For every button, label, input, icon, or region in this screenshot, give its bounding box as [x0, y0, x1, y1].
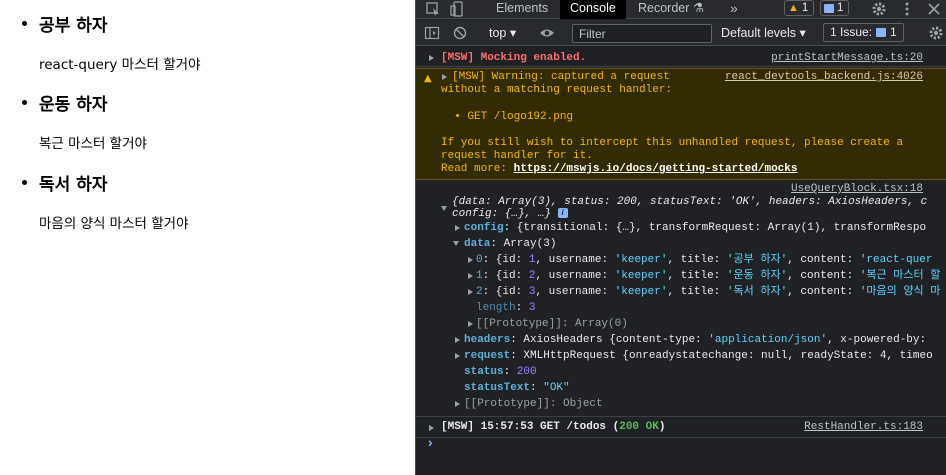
- context-select[interactable]: top ▾: [489, 25, 516, 42]
- flask-icon: ⚗: [692, 1, 705, 15]
- prompt-chevron-icon: ›: [426, 436, 435, 452]
- console-warning[interactable]: ▲ [MSW] Warning: captured a request reac…: [416, 68, 946, 180]
- console-message[interactable]: [MSW] 15:57:53 GET /todos (200 OK) RestH…: [416, 418, 946, 438]
- console-message[interactable]: [MSW] Mocking enabled. printStartMessage…: [416, 47, 946, 67]
- expand-arrow-icon[interactable]: [429, 425, 434, 431]
- messages-badge[interactable]: 1: [820, 0, 850, 16]
- devtools-panel: Elements Console Recorder ⚗ » ▲ 1 1 top ▾…: [415, 0, 946, 475]
- source-link[interactable]: UseQueryBlock.tsx:18: [791, 183, 923, 195]
- todo-title: 운동 하자: [39, 94, 108, 115]
- prop-prototype-object[interactable]: [[Prototype]]: Object: [464, 398, 603, 411]
- prop-statustext: statusText: "OK": [464, 382, 570, 394]
- todo-content: 마음의 양식 마스터 할거야: [39, 216, 189, 232]
- prop-status: status: 200: [464, 366, 537, 378]
- tab-elements[interactable]: Elements: [486, 0, 558, 19]
- todo-item: 공부 하자 react-query 마스터 할거야: [22, 11, 201, 73]
- warnings-badge[interactable]: ▲ 1: [784, 0, 815, 16]
- prop-data[interactable]: data: Array(3): [464, 238, 556, 251]
- info-icon[interactable]: i: [557, 208, 568, 219]
- expand-arrow-icon[interactable]: [468, 289, 473, 295]
- console-log-object[interactable]: UseQueryBlock.tsx:18 {data: Array(3), st…: [416, 181, 946, 417]
- docs-link[interactable]: https://mswjs.io/docs/getting-started/mo…: [514, 163, 798, 175]
- devtools-tabbar: Elements Console Recorder ⚗ » ▲ 1 1: [416, 0, 946, 19]
- prop-config[interactable]: config: {transitional: {…}, transformReq…: [464, 222, 926, 235]
- device-toolbar-icon[interactable]: [450, 1, 466, 17]
- todo-title: 공부 하자: [39, 15, 108, 36]
- todo-title: 독서 하자: [39, 174, 108, 195]
- bullet-icon: [22, 20, 27, 26]
- warning-icon: ▲: [788, 2, 799, 14]
- console-output: [MSW] Mocking enabled. printStartMessage…: [416, 47, 946, 475]
- todo-item: 운동 하자 복근 마스터 할거야: [22, 90, 147, 152]
- source-link[interactable]: react_devtools_backend.js:4026: [725, 71, 923, 83]
- expand-arrow-icon[interactable]: [468, 273, 473, 279]
- prop-prototype-array[interactable]: [[Prototype]]: Array(0): [476, 318, 628, 331]
- warning-icon: ▲: [424, 73, 432, 84]
- expand-arrow-icon[interactable]: [455, 401, 460, 407]
- expand-arrow-icon[interactable]: [468, 321, 473, 327]
- todo-content: react-query 마스터 할거야: [39, 57, 201, 73]
- todo-item: 독서 하자 마음의 양식 마스터 할거야: [22, 170, 189, 232]
- console-toolbar: top ▾ Default levels ▾ 1 Issue:1: [416, 20, 946, 46]
- expand-arrow-icon[interactable]: [455, 225, 460, 231]
- array-item[interactable]: 0: {id: 1, username: 'keeper', title: '공…: [476, 254, 932, 267]
- source-link[interactable]: printStartMessage.ts:20: [771, 52, 923, 64]
- tab-recorder[interactable]: Recorder ⚗: [628, 0, 714, 19]
- console-prompt[interactable]: ›: [416, 436, 946, 475]
- source-link[interactable]: RestHandler.ts:183: [804, 421, 923, 433]
- message-icon: [824, 3, 834, 13]
- array-item[interactable]: 2: {id: 3, username: 'keeper', title: '독…: [476, 286, 940, 299]
- sidebar-toggle-icon[interactable]: [424, 25, 440, 41]
- array-item[interactable]: 1: {id: 2, username: 'keeper', title: '운…: [476, 270, 940, 283]
- expand-arrow-icon[interactable]: [455, 337, 460, 343]
- more-options-icon[interactable]: [899, 1, 915, 17]
- inspect-element-icon[interactable]: [425, 1, 441, 17]
- issues-button[interactable]: 1 Issue: 1: [823, 23, 904, 42]
- bullet-icon: [22, 99, 27, 105]
- live-expression-eye-icon[interactable]: [539, 25, 555, 41]
- tab-console[interactable]: Console: [560, 0, 626, 19]
- more-tabs-button[interactable]: »: [720, 0, 748, 19]
- filter-input[interactable]: [572, 24, 712, 43]
- console-settings-gear-icon[interactable]: [928, 25, 944, 41]
- close-icon[interactable]: [926, 1, 942, 17]
- expand-arrow-icon[interactable]: [442, 74, 447, 80]
- expand-arrow-icon[interactable]: [429, 55, 434, 61]
- app-page: 공부 하자 react-query 마스터 할거야 운동 하자 복근 마스터 할…: [0, 0, 415, 475]
- expand-arrow-icon[interactable]: [468, 257, 473, 263]
- expand-arrow-icon[interactable]: [455, 353, 460, 359]
- collapse-arrow-icon[interactable]: [441, 206, 447, 211]
- prop-length: length: 3: [476, 302, 536, 314]
- todo-content: 복근 마스터 할거야: [39, 136, 147, 152]
- prop-headers[interactable]: headers: AxiosHeaders {content-type: 'ap…: [464, 334, 933, 347]
- collapse-arrow-icon[interactable]: [453, 241, 459, 246]
- clear-console-icon[interactable]: [452, 25, 468, 41]
- settings-gear-icon[interactable]: [871, 1, 887, 17]
- log-levels-select[interactable]: Default levels ▾: [721, 25, 806, 42]
- message-icon: [876, 28, 887, 37]
- bullet-icon: [22, 179, 27, 185]
- prop-request[interactable]: request: XMLHttpRequest {onreadystatecha…: [464, 350, 933, 363]
